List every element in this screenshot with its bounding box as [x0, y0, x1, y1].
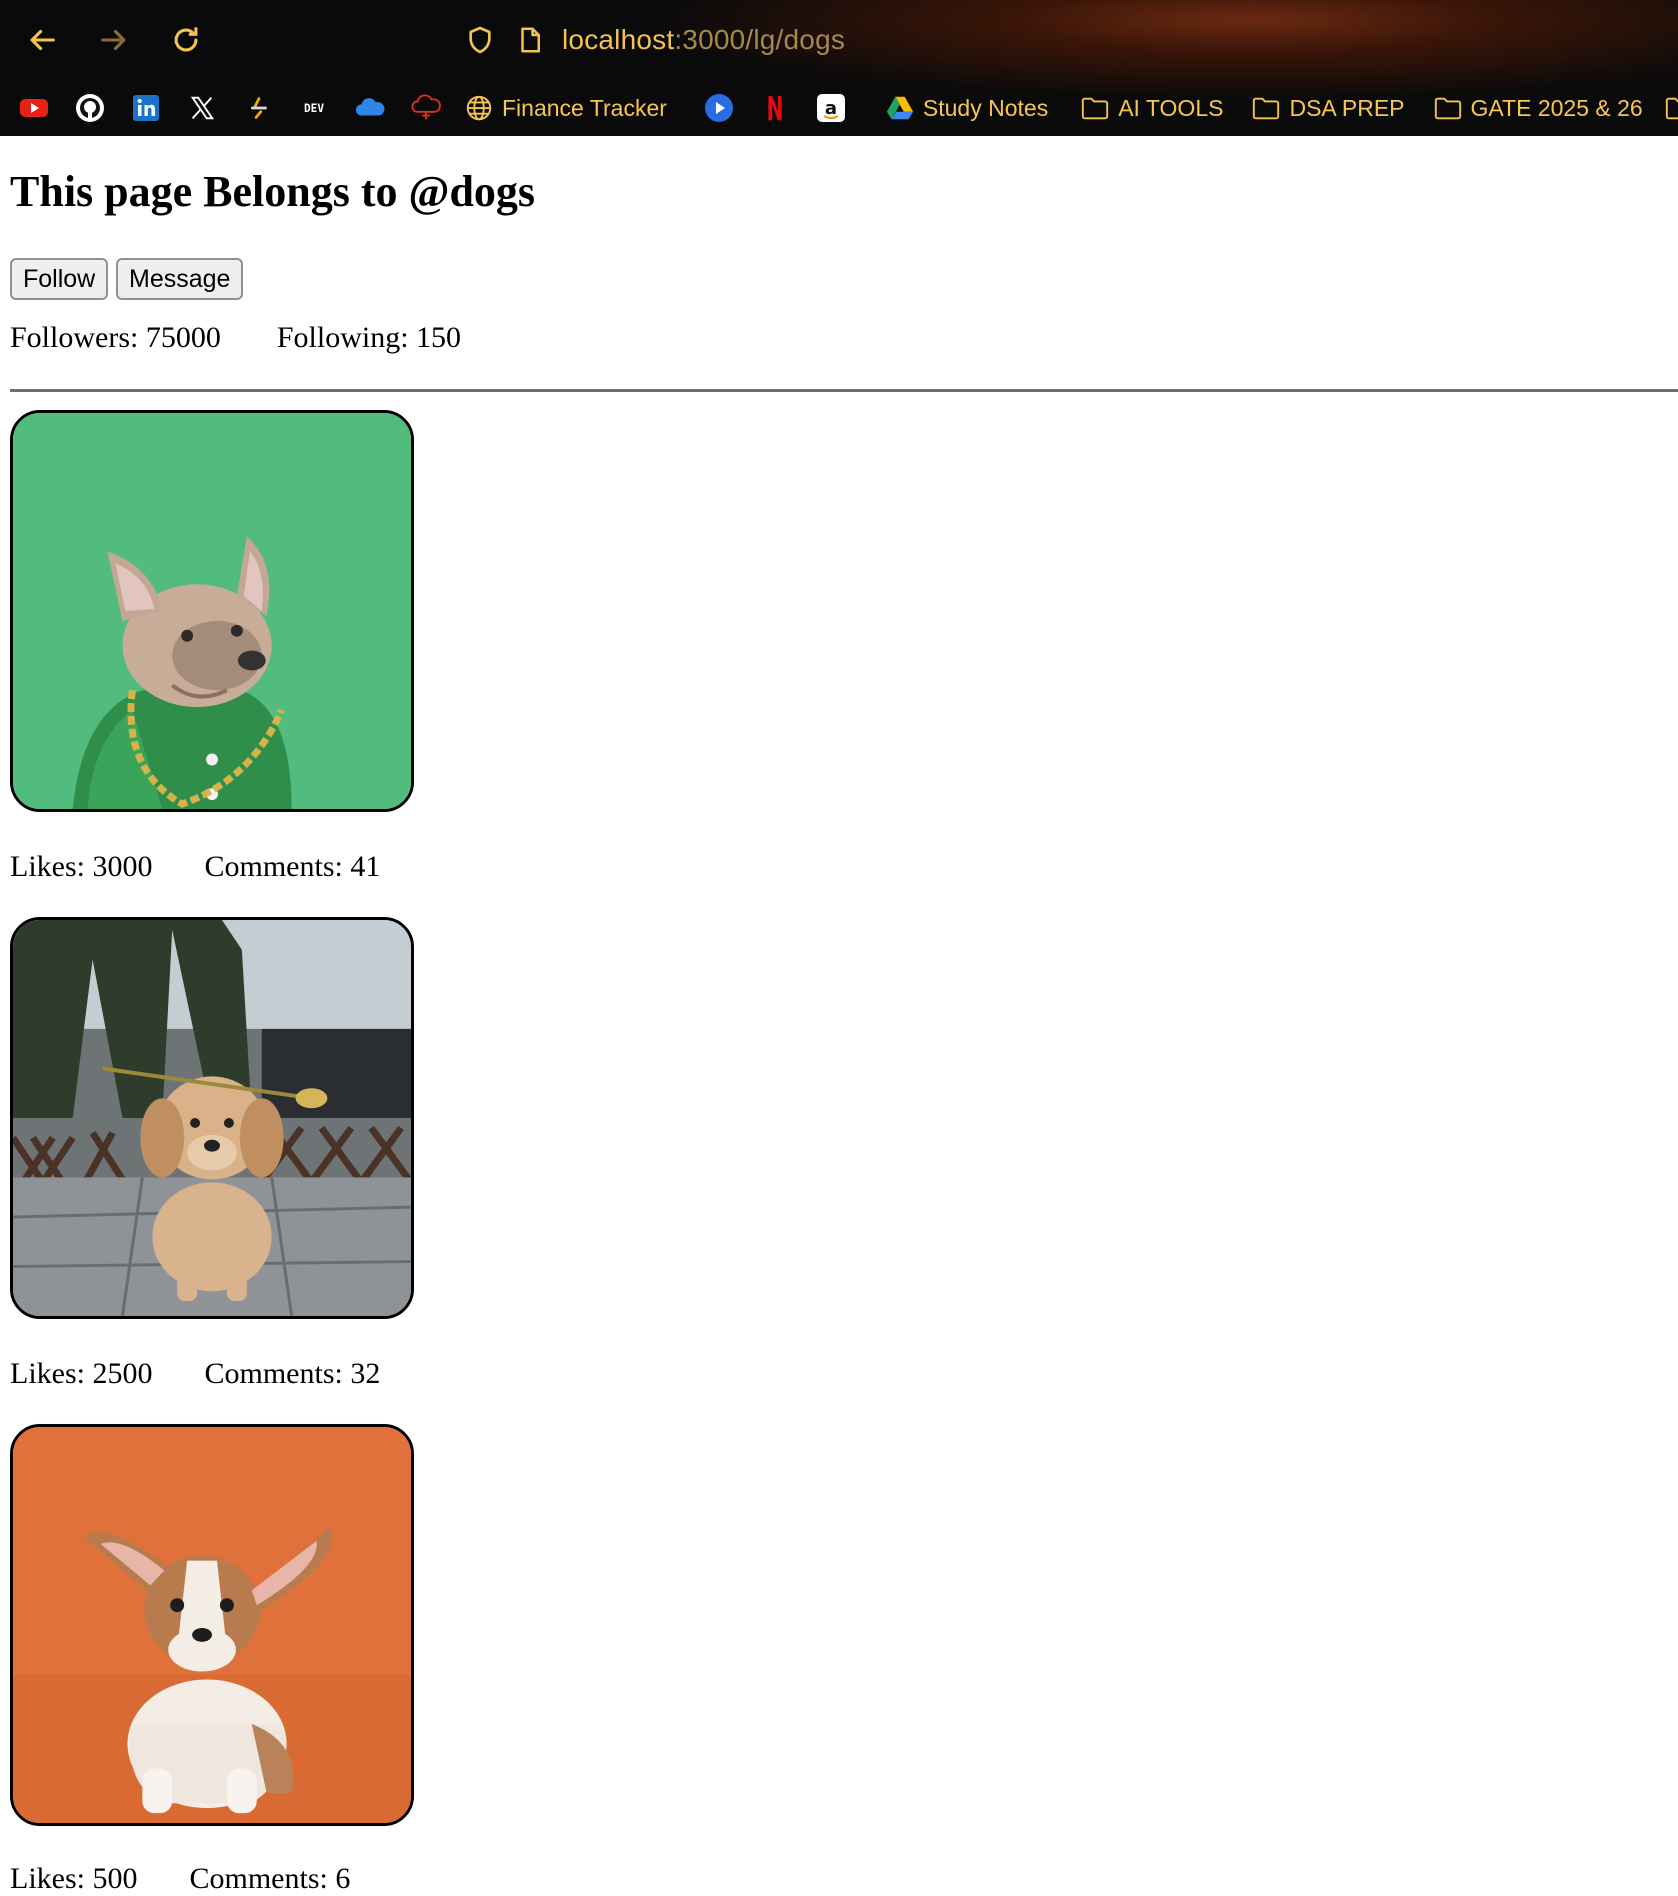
bookmark-overflow-folder[interactable]	[1651, 86, 1678, 130]
bookmark-label: Study Notes	[922, 94, 1049, 121]
bookmark-cloud[interactable]	[342, 86, 398, 130]
browser-toolbar: localhost:3000/lg/dogs	[0, 0, 1678, 80]
page-icon	[512, 22, 548, 58]
post-image[interactable]	[10, 917, 414, 1319]
bookmark-gate[interactable]: GATE 2025 & 26	[1423, 86, 1651, 130]
post-stats: Likes: 2500 Comments: 32	[10, 1357, 432, 1391]
divider	[10, 389, 1678, 392]
bookmark-label: AI TOOLS	[1118, 94, 1224, 121]
bookmark-dev[interactable]: DEV	[286, 86, 342, 130]
back-arrow-icon	[30, 29, 55, 51]
folder-icon	[1431, 91, 1465, 125]
bookmark-netflix[interactable]	[747, 86, 803, 130]
followers-count: Followers: 75000	[10, 321, 221, 354]
post-likes: Likes: 3000	[10, 850, 153, 883]
bookmark-play[interactable]	[691, 86, 747, 130]
play-icon	[702, 91, 736, 125]
url-text[interactable]: localhost:3000/lg/dogs	[562, 24, 845, 56]
post-stats: Likes: 3000 Comments: 41	[10, 850, 432, 884]
bookmark-youtube[interactable]	[6, 86, 62, 130]
bookmark-dsa-prep[interactable]: DSA PREP	[1241, 86, 1412, 130]
bulldog-photo	[13, 413, 411, 809]
bookmark-finance-tracker[interactable]: Finance Tracker	[454, 86, 675, 130]
post-comments: Comments: 41	[204, 850, 381, 883]
svg-text:DEV: DEV	[304, 102, 324, 115]
page-title: This page Belongs to @dogs	[10, 167, 536, 216]
message-button[interactable]: Message	[116, 258, 244, 300]
bookmark-label: Finance Tracker	[502, 94, 667, 121]
post-comments: Comments: 6	[189, 1862, 351, 1895]
post-likes: Likes: 500	[10, 1862, 138, 1895]
drive-icon	[883, 91, 917, 125]
url-bar[interactable]: localhost:3000/lg/dogs	[462, 14, 1362, 66]
post-image[interactable]	[10, 410, 414, 812]
forward-arrow-icon	[101, 29, 126, 51]
bookmark-study-notes[interactable]: Study Notes	[875, 86, 1056, 130]
puppy-with-rose-photo	[13, 920, 411, 1316]
bookmark-x[interactable]	[174, 86, 230, 130]
folder-icon	[1078, 91, 1112, 125]
bookmark-label: GATE 2025 & 26	[1470, 94, 1643, 121]
url-path: :3000/lg/dogs	[674, 24, 846, 55]
youtube-icon	[17, 91, 51, 125]
bookmark-ai-tools[interactable]: AI TOOLS	[1070, 86, 1231, 130]
shield-icon[interactable]	[462, 22, 498, 58]
codeforces-icon	[241, 91, 275, 125]
amazon-icon: a	[814, 91, 848, 125]
back-button[interactable]	[18, 18, 66, 62]
following-count: Following: 150	[276, 321, 462, 354]
netflix-icon	[758, 91, 792, 125]
forward-button[interactable]	[90, 18, 138, 62]
post-likes: Likes: 2500	[10, 1357, 153, 1390]
bookmark-linkedin[interactable]	[118, 86, 174, 130]
github-icon	[73, 91, 107, 125]
cloud-icon	[353, 91, 387, 125]
folder-icon	[1662, 91, 1678, 125]
dev-icon: DEV	[297, 91, 331, 125]
globe-icon	[462, 91, 496, 125]
profile-stats: Followers: 75000 Following: 150	[10, 321, 517, 355]
folder-icon	[1249, 91, 1283, 125]
x-icon	[185, 91, 219, 125]
bookmarks-bar: DEV Finance Tracker a Study Notes AI TOO…	[0, 82, 1678, 134]
post-stats: Likes: 500 Comments: 6	[10, 1862, 402, 1896]
bookmark-label: DSA PREP	[1289, 94, 1405, 121]
follow-button[interactable]: Follow	[10, 258, 109, 300]
bookmark-github[interactable]	[62, 86, 118, 130]
corgi-photo	[13, 1427, 411, 1823]
reload-icon	[174, 27, 198, 52]
linkedin-icon	[129, 91, 163, 125]
bookmark-codeforces[interactable]	[230, 86, 286, 130]
svg-text:a: a	[825, 98, 837, 119]
post-comments: Comments: 32	[204, 1357, 381, 1390]
browser-chrome: localhost:3000/lg/dogs DEV Finance Track…	[0, 0, 1678, 136]
cloud-red-icon	[409, 91, 443, 125]
post-image[interactable]	[10, 1424, 414, 1826]
bookmark-amazon[interactable]: a	[803, 86, 859, 130]
reload-button[interactable]	[162, 18, 210, 62]
url-host: localhost	[562, 24, 675, 55]
bookmark-cloud-red[interactable]	[398, 86, 454, 130]
